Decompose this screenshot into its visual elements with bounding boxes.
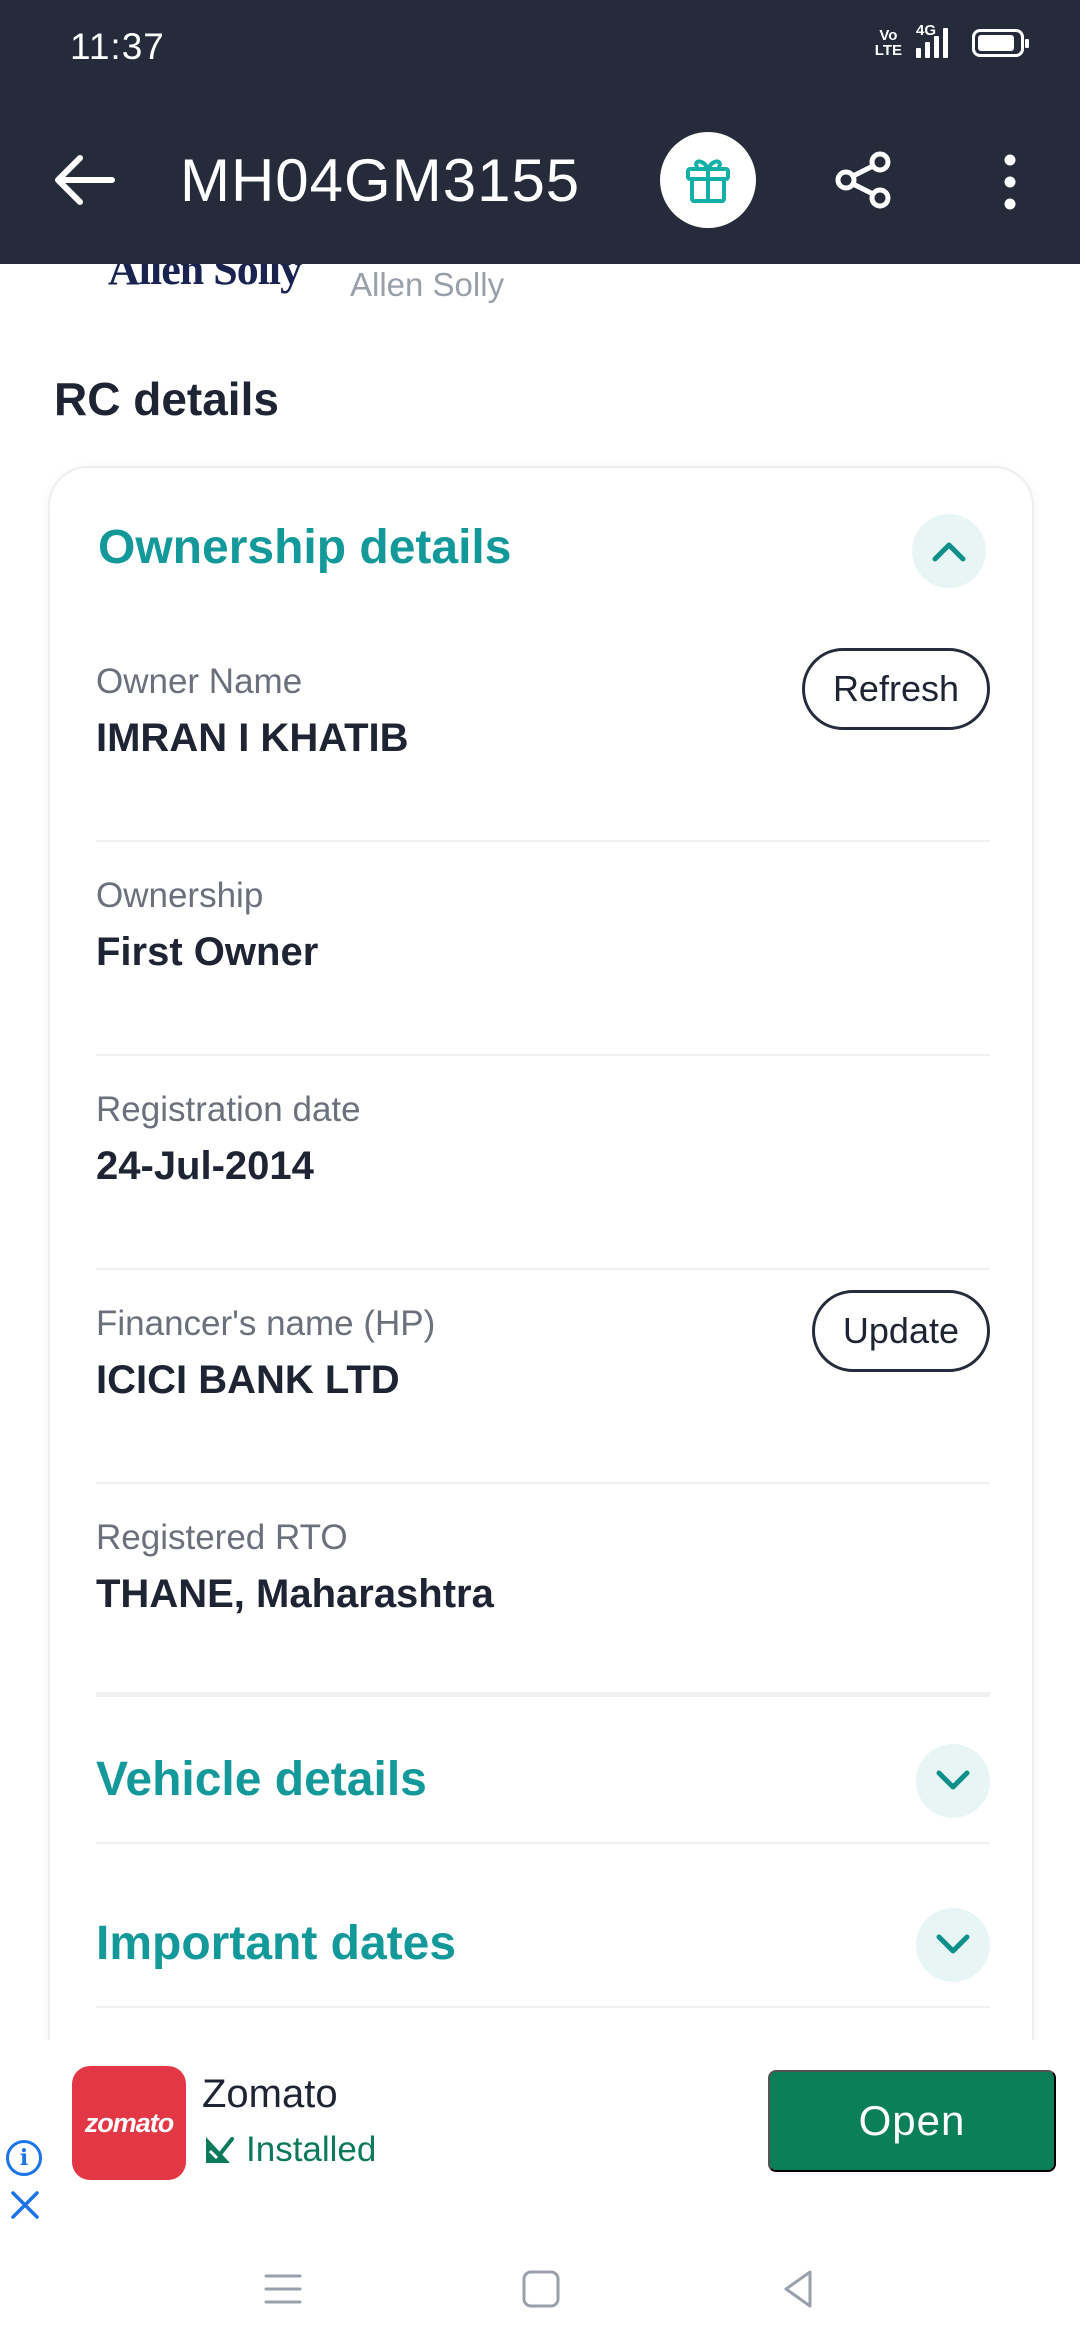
more-vert-icon[interactable] (990, 152, 1030, 212)
ad-app-name: Zomato (202, 2072, 338, 2116)
ownership-value: First Owner (96, 930, 319, 974)
financer-row: Financer's name (HP) ICICI BANK LTD Upda… (96, 1290, 990, 1484)
chevron-down-icon (936, 1934, 970, 1954)
zomato-logo: zomato (72, 2066, 186, 2180)
chevron-down-icon (936, 1770, 970, 1790)
network-type: 4G (916, 22, 937, 39)
important-dates-heading[interactable]: Important dates (96, 1916, 990, 1971)
app-bar: MH04GM3155 (0, 100, 1080, 264)
status-bar: 11:37 Vo LTE 4G (0, 0, 1080, 100)
registered-rto-row: Registered RTO THANE, Maharashtra (96, 1518, 990, 1617)
volte-icon: Vo LTE (874, 27, 902, 59)
registration-date-label: Registration date (96, 1090, 361, 1129)
owner-name-row: Owner Name IMRAN I KHATIB Refresh (96, 648, 990, 842)
page-title: MH04GM3155 (180, 147, 581, 214)
arrow-left-icon[interactable] (50, 150, 118, 210)
expand-vehicle-details-button[interactable] (916, 1744, 990, 1818)
ad-install-label: Installed (246, 2130, 377, 2169)
expand-important-dates-button[interactable] (916, 1908, 990, 1982)
chevron-up-icon (932, 542, 966, 562)
ad-open-button[interactable]: Open (768, 2070, 1056, 2172)
installed-check-icon (206, 2137, 234, 2163)
clock: 11:37 (70, 26, 165, 67)
system-icons: Vo LTE 4G (874, 22, 1029, 59)
update-button[interactable]: Update (811, 1290, 990, 1372)
brand-name: Allen Solly (350, 266, 505, 303)
battery-icon (972, 29, 1029, 57)
gift-button[interactable] (660, 132, 756, 228)
ad-close-icon[interactable] (8, 2188, 42, 2222)
home-icon[interactable] (516, 2264, 566, 2314)
signal-icon: 4G (916, 22, 948, 58)
ownership-row: Ownership First Owner (96, 876, 990, 1056)
share-icon[interactable] (834, 150, 894, 210)
section-title: RC details (54, 373, 279, 425)
menu-icon[interactable] (258, 2264, 308, 2314)
section-divider (96, 1692, 990, 1697)
ad-install-status: Installed (202, 2130, 376, 2170)
rc-details-card: Ownership details Owner Name IMRAN I KHA… (48, 466, 1034, 2066)
ownership-label: Ownership (96, 876, 264, 915)
registration-date-row: Registration date 24-Jul-2014 (96, 1090, 990, 1270)
collapse-button[interactable] (912, 514, 986, 588)
ad-banner: i zomato Zomato Installed Open (0, 2040, 1080, 2240)
registered-rto-label: Registered RTO (96, 1518, 348, 1557)
registered-rto-value: THANE, Maharashtra (96, 1572, 494, 1616)
vehicle-details-heading[interactable]: Vehicle details (96, 1752, 990, 1807)
gift-icon (686, 159, 730, 203)
brand-logo: Allen Solly (108, 264, 302, 294)
registration-date-value: 24-Jul-2014 (96, 1144, 314, 1188)
system-nav-bar (0, 2240, 1080, 2340)
vehicle-details-section[interactable]: Vehicle details (96, 1744, 990, 1844)
refresh-button[interactable]: Refresh (801, 648, 990, 730)
ownership-details-heading[interactable]: Ownership details (98, 520, 511, 575)
important-dates-section[interactable]: Important dates (96, 1908, 990, 2008)
back-icon[interactable] (774, 2264, 824, 2314)
ad-info-icon[interactable]: i (6, 2140, 42, 2176)
brand-strip: Allen Solly Allen Solly (0, 264, 1080, 324)
